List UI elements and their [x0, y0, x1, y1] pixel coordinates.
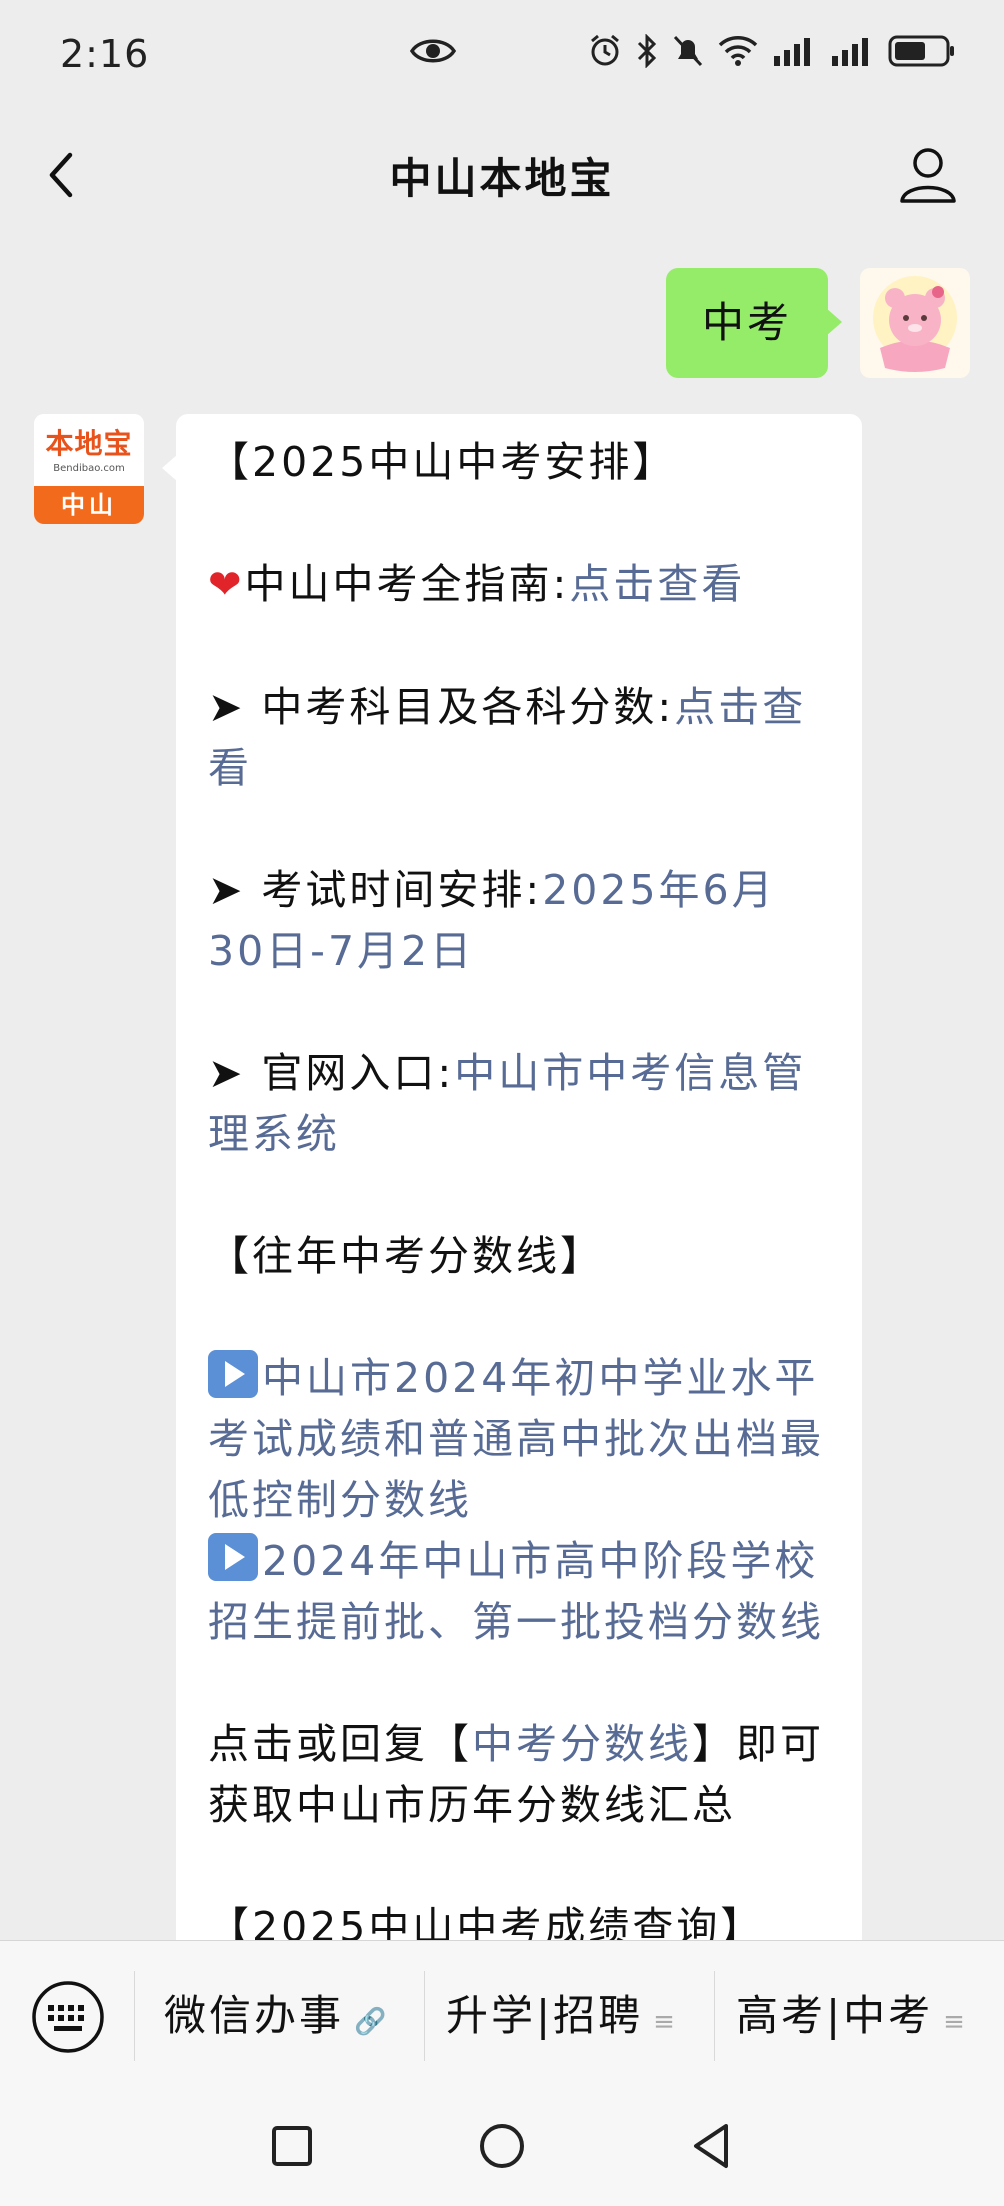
score-link-2[interactable]: 2024年中山市高中阶段学校招生提前批、第一批投档分数线 — [208, 1537, 824, 1646]
eye-icon — [410, 39, 456, 63]
alarm-icon — [591, 34, 619, 66]
back-icon[interactable] — [682, 2116, 742, 2176]
keyboard-icon[interactable] — [30, 1979, 106, 2055]
mute-bell-icon — [673, 35, 703, 67]
user-avatar[interactable] — [860, 268, 970, 378]
section-title: 【2025中山中考成绩查询】 — [208, 1903, 765, 1940]
submenu-icon: ≡ — [653, 2007, 675, 2037]
official-account-avatar[interactable]: 本地宝 Bendibao.com 中山 — [34, 414, 144, 524]
score-link-line-2: 2024年中山市高中阶段学校招生提前批、第一批投档分数线 — [208, 1531, 828, 1653]
section-title: 【2025中山中考安排】 — [208, 438, 677, 486]
menu-divider — [714, 1971, 715, 2061]
menu-item-exams[interactable]: 高考|中考 ≡ — [736, 1941, 965, 2091]
menu-divider — [424, 1971, 425, 2061]
portal-label: ➤ 官网入口: — [208, 1049, 455, 1097]
logo-subtext: Bendibao.com — [53, 463, 125, 474]
play-icon — [208, 1533, 258, 1581]
menu-item-label: 微信办事 — [164, 1991, 345, 2040]
schedule-label: ➤ 考试时间安排: — [208, 866, 543, 914]
menu-item-admissions-jobs[interactable]: 升学|招聘 ≡ — [446, 1941, 675, 2091]
play-icon — [208, 1350, 258, 1398]
home-icon[interactable] — [472, 2116, 532, 2176]
section-title: 【往年中考分数线】 — [208, 1232, 604, 1280]
battery-icon — [888, 35, 954, 67]
heart-icon: ❤ — [208, 562, 245, 608]
subjects-line: ➤ 中考科目及各科分数:点击查看 — [208, 677, 828, 799]
reply-line: 点击或回复【中考分数线】即可获取中山市历年分数线汇总 — [208, 1714, 828, 1836]
system-nav-bar — [0, 2090, 1004, 2206]
status-bar: 2:16 — [0, 0, 1004, 115]
bot-message-bubble: 【2025中山中考安排】 ❤中山中考全指南:点击查看 ➤ 中考科目及各科分数:点… — [162, 414, 862, 1940]
score-link-1[interactable]: 中山市2024年初中学业水平考试成绩和普通高中批次出档最低控制分数线 — [208, 1354, 824, 1524]
menu-item-label: 升学|招聘 — [446, 1991, 644, 2040]
wifi-icon — [718, 36, 758, 66]
guide-link[interactable]: 点击查看 — [569, 560, 745, 608]
account-menu-bar: 微信办事 🔗 升学|招聘 ≡ 高考|中考 ≡ — [0, 1940, 1004, 2090]
menu-item-wechat-services[interactable]: 微信办事 🔗 — [164, 1941, 386, 2091]
person-icon[interactable] — [896, 143, 960, 207]
status-icons — [588, 34, 956, 68]
reply-prefix: 点击或回复【 — [208, 1720, 472, 1768]
bear-sticker-icon — [873, 276, 957, 372]
logo: 本地宝 Bendibao.com — [34, 414, 144, 486]
recents-icon[interactable] — [262, 2116, 322, 2176]
signal-icon-1 — [774, 38, 810, 66]
logo-city: 中山 — [34, 486, 144, 524]
signal-icon-2 — [832, 38, 868, 66]
menu-item-label: 高考|中考 — [736, 1991, 934, 2040]
user-message-bubble[interactable]: 中考 — [666, 268, 842, 378]
menu-divider — [134, 1971, 135, 2061]
reply-keyword-link[interactable]: 中考分数线 — [472, 1720, 692, 1768]
bluetooth-icon — [637, 34, 657, 68]
logo-text: 本地宝 — [45, 427, 133, 460]
link-icon: 🔗 — [354, 2007, 387, 2037]
guide-label: 中山中考全指南: — [244, 560, 570, 608]
schedule-line: ➤ 考试时间安排:2025年6月30日-7月2日 — [208, 860, 828, 982]
submenu-icon: ≡ — [943, 2007, 965, 2037]
title-bar: 中山本地宝 — [0, 115, 1004, 240]
score-link-line-1: 中山市2024年初中学业水平考试成绩和普通高中批次出档最低控制分数线 — [208, 1348, 828, 1531]
chat-area[interactable]: 中考 本地宝 Bendibao.com 中山 【2025中山中考安排】 ❤中山中… — [0, 240, 1004, 1940]
guide-line: ❤中山中考全指南:点击查看 — [208, 554, 828, 616]
status-time: 2:16 — [60, 32, 150, 76]
portal-line: ➤ 官网入口:中山市中考信息管理系统 — [208, 1043, 828, 1165]
subjects-label: ➤ 中考科目及各科分数: — [208, 683, 675, 731]
page-title: 中山本地宝 — [389, 154, 615, 203]
